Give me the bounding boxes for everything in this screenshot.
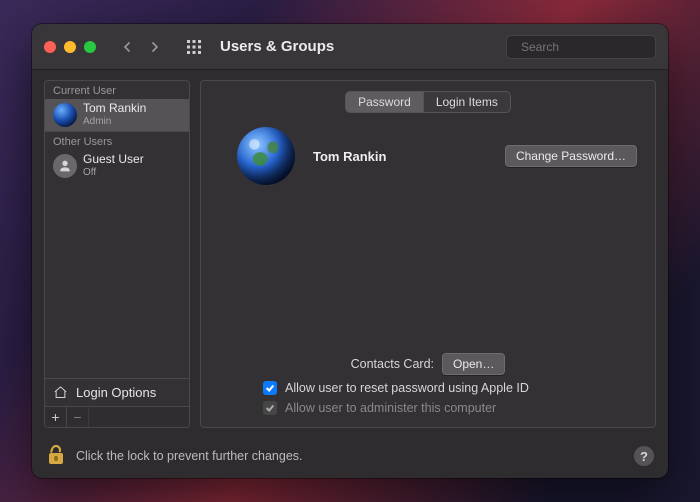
show-all-button[interactable]: [182, 35, 206, 59]
window-body: Current User Tom Rankin Admin Other User…: [32, 70, 668, 434]
tab-bar: Password Login Items: [345, 91, 511, 113]
sidebar-header-other: Other Users: [45, 131, 189, 150]
change-password-button[interactable]: Change Password…: [505, 145, 637, 167]
reset-appleid-label: Allow user to reset password using Apple…: [285, 381, 529, 395]
avatar-guest-icon: [53, 154, 77, 178]
back-button[interactable]: [116, 35, 140, 59]
administer-label: Allow user to administer this computer: [285, 401, 496, 415]
add-remove-bar: + −: [45, 406, 189, 427]
search-input[interactable]: [521, 40, 668, 54]
tab-login-items[interactable]: Login Items: [423, 92, 510, 112]
house-icon: [53, 385, 68, 400]
profile-avatar-earth-icon[interactable]: [237, 127, 295, 185]
preferences-window: Users & Groups Current User Tom Rankin A…: [32, 24, 668, 478]
sidebar-user-name: Guest User: [83, 153, 144, 167]
footer: Click the lock to prevent further change…: [32, 434, 668, 478]
footer-text: Click the lock to prevent further change…: [76, 449, 303, 463]
lock-button[interactable]: [46, 443, 66, 470]
window-controls: [44, 41, 96, 53]
sidebar-user-role: Off: [83, 167, 144, 179]
reset-appleid-row: Allow user to reset password using Apple…: [263, 381, 641, 395]
sidebar-user-role: Admin: [83, 116, 146, 128]
sidebar-user-current[interactable]: Tom Rankin Admin: [45, 99, 189, 131]
search-field[interactable]: [506, 35, 656, 59]
titlebar: Users & Groups: [32, 24, 668, 70]
profile-name: Tom Rankin: [313, 149, 487, 164]
remove-user-button[interactable]: −: [67, 407, 89, 427]
users-sidebar: Current User Tom Rankin Admin Other User…: [44, 80, 190, 428]
nav-buttons: [116, 35, 166, 59]
login-options-label: Login Options: [76, 385, 156, 400]
avatar-earth-icon: [53, 103, 77, 127]
open-contacts-button[interactable]: Open…: [442, 353, 505, 375]
reset-appleid-checkbox[interactable]: [263, 381, 277, 395]
forward-button[interactable]: [142, 35, 166, 59]
add-user-button[interactable]: +: [45, 407, 67, 427]
administer-checkbox: [263, 401, 277, 415]
minimize-window-button[interactable]: [64, 41, 76, 53]
zoom-window-button[interactable]: [84, 41, 96, 53]
contacts-row: Contacts Card: Open…: [215, 353, 641, 375]
administer-row: Allow user to administer this computer: [263, 401, 641, 415]
close-window-button[interactable]: [44, 41, 56, 53]
main-panel: Password Login Items Tom Rankin Change P…: [200, 80, 656, 428]
window-title: Users & Groups: [220, 38, 334, 55]
contacts-label: Contacts Card:: [351, 357, 434, 371]
help-button[interactable]: ?: [634, 446, 654, 466]
sidebar-user-name: Tom Rankin: [83, 102, 146, 116]
sidebar-user-guest[interactable]: Guest User Off: [45, 150, 189, 182]
tab-password[interactable]: Password: [346, 92, 423, 112]
profile-row: Tom Rankin Change Password…: [237, 127, 637, 185]
sidebar-header-current: Current User: [45, 81, 189, 99]
login-options-button[interactable]: Login Options: [45, 378, 189, 406]
